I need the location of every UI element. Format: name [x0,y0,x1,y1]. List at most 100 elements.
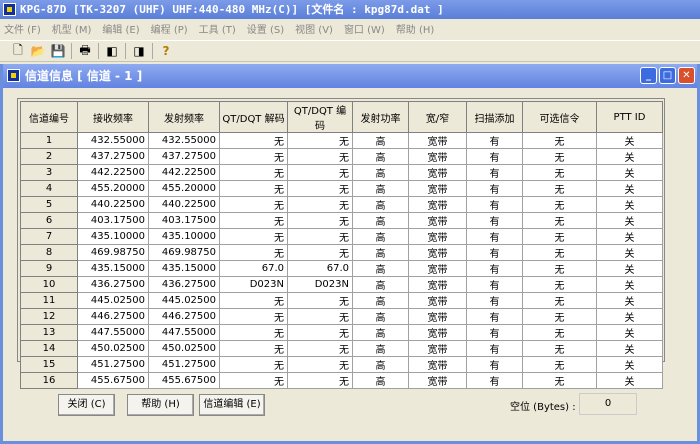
table-cell[interactable]: 有 [466,356,523,373]
table-cell[interactable]: 有 [466,260,523,277]
table-cell[interactable]: 455.20000 [77,180,149,197]
table-cell[interactable]: 455.20000 [148,180,220,197]
maximize-button[interactable]: □ [659,67,676,84]
table-cell[interactable]: 无 [287,372,353,389]
table-cell[interactable]: 451.27500 [148,356,220,373]
table-cell[interactable]: 宽带 [408,340,467,357]
table-cell[interactable]: 无 [522,340,597,357]
table-cell[interactable]: 宽带 [408,180,467,197]
table-cell[interactable]: 关 [596,340,663,357]
table-cell[interactable]: 无 [522,132,597,149]
table-cell[interactable]: 关 [596,324,663,341]
table-cell[interactable]: 宽带 [408,132,467,149]
table-row[interactable]: 13 447.55000 447.55000 无无高宽带有无关 [20,324,663,341]
table-cell[interactable]: 12 [20,308,78,325]
table-cell[interactable]: 关 [596,260,663,277]
table-cell[interactable]: 有 [466,340,523,357]
table-cell[interactable]: 无 [287,292,353,309]
table-cell[interactable]: 无 [287,148,353,165]
table-cell[interactable]: 关 [596,276,663,293]
table-row[interactable]: 12 446.27500 446.27500 无无高宽带有无关 [20,308,663,325]
table-cell[interactable]: 451.27500 [77,356,149,373]
table-cell[interactable]: 无 [219,180,288,197]
print-icon[interactable]: 🖶 [75,42,95,60]
table-cell[interactable]: 440.22500 [77,196,149,213]
table-cell[interactable]: 无 [522,276,597,293]
table-cell[interactable]: 403.17500 [77,212,149,229]
menu-item[interactable]: 工具 (T) [199,21,236,36]
table-cell[interactable]: 高 [352,244,409,261]
table-cell[interactable]: 宽带 [408,308,467,325]
table-cell[interactable]: 无 [522,196,597,213]
table-row[interactable]: 16 455.67500 455.67500 无无高宽带有无关 [20,372,663,389]
table-cell[interactable]: 446.27500 [77,308,149,325]
table-cell[interactable]: 有 [466,244,523,261]
column-header[interactable]: QT/DQT 解码 [219,101,288,133]
table-cell[interactable]: 高 [352,324,409,341]
table-cell[interactable]: 447.55000 [77,324,149,341]
table-cell[interactable]: 435.15000 [148,260,220,277]
table-cell[interactable]: 无 [522,148,597,165]
table-cell[interactable]: 无 [219,228,288,245]
table-row[interactable]: 10 436.27500 436.27500 D023N D023N 高宽带有无关 [20,276,663,293]
menu-item[interactable]: 帮助 (H) [396,21,435,36]
table-cell[interactable]: 无 [219,132,288,149]
table-cell[interactable]: 关 [596,132,663,149]
menu-item[interactable]: 编辑 (E) [102,21,139,36]
table-cell[interactable]: 高 [352,276,409,293]
table-cell[interactable]: 关 [596,308,663,325]
table-cell[interactable]: 435.10000 [77,228,149,245]
table-cell[interactable]: 无 [219,164,288,181]
table-cell[interactable]: 宽带 [408,164,467,181]
table-cell[interactable]: 高 [352,180,409,197]
table-cell[interactable]: 宽带 [408,148,467,165]
help-icon[interactable]: ? [156,42,176,60]
table-cell[interactable]: 469.98750 [148,244,220,261]
table-cell[interactable]: 宽带 [408,292,467,309]
table-cell[interactable]: 关 [596,212,663,229]
table-cell[interactable]: 高 [352,164,409,181]
channel-edit-button[interactable]: 信道编辑 (E) [199,394,265,416]
table-cell[interactable]: 有 [466,308,523,325]
table-cell[interactable]: 437.27500 [148,148,220,165]
menu-item[interactable]: 设置 (S) [247,21,284,36]
table-cell[interactable]: 无 [522,356,597,373]
table-cell[interactable]: 宽带 [408,228,467,245]
table-cell[interactable]: 无 [287,324,353,341]
table-row[interactable]: 4 455.20000 455.20000 无无高宽带有无关 [20,180,663,197]
table-cell[interactable]: 432.55000 [148,132,220,149]
open-folder-icon[interactable]: 📂 [28,42,48,60]
table-cell[interactable]: 关 [596,180,663,197]
table-cell[interactable]: 469.98750 [77,244,149,261]
menu-item[interactable]: 文件 (F) [4,21,41,36]
table-cell[interactable]: 455.67500 [77,372,149,389]
table-cell[interactable]: 无 [522,324,597,341]
table-cell[interactable]: 10 [20,276,78,293]
minimize-button[interactable]: _ [640,67,657,84]
menu-item[interactable]: 窗口 (W) [344,21,385,36]
table-cell[interactable]: 450.02500 [77,340,149,357]
table-cell[interactable]: 442.22500 [77,164,149,181]
table-cell[interactable]: 宽带 [408,260,467,277]
table-row[interactable]: 1 432.55000 432.55000 无无高宽带有无关 [20,132,663,149]
table-cell[interactable]: 无 [522,372,597,389]
column-header[interactable]: 扫描添加 [466,101,523,133]
table-cell[interactable]: 无 [287,132,353,149]
table-cell[interactable]: 宽带 [408,324,467,341]
column-header[interactable]: 发射频率 [148,101,220,133]
table-cell[interactable]: 关 [596,148,663,165]
table-cell[interactable]: 无 [287,356,353,373]
table-cell[interactable]: 436.27500 [77,276,149,293]
table-cell[interactable]: 无 [287,196,353,213]
table-cell[interactable]: 446.27500 [148,308,220,325]
table-row[interactable]: 7 435.10000 435.10000 无无高宽带有无关 [20,228,663,245]
table-cell[interactable]: 关 [596,372,663,389]
table-cell[interactable]: 宽带 [408,372,467,389]
table-cell[interactable]: 无 [219,244,288,261]
table-cell[interactable]: 关 [596,164,663,181]
table-cell[interactable]: 无 [219,292,288,309]
table-cell[interactable]: 无 [522,212,597,229]
table-row[interactable]: 3 442.22500 442.22500 无无高宽带有无关 [20,164,663,181]
table-cell[interactable]: 445.02500 [148,292,220,309]
table-cell[interactable]: 432.55000 [77,132,149,149]
